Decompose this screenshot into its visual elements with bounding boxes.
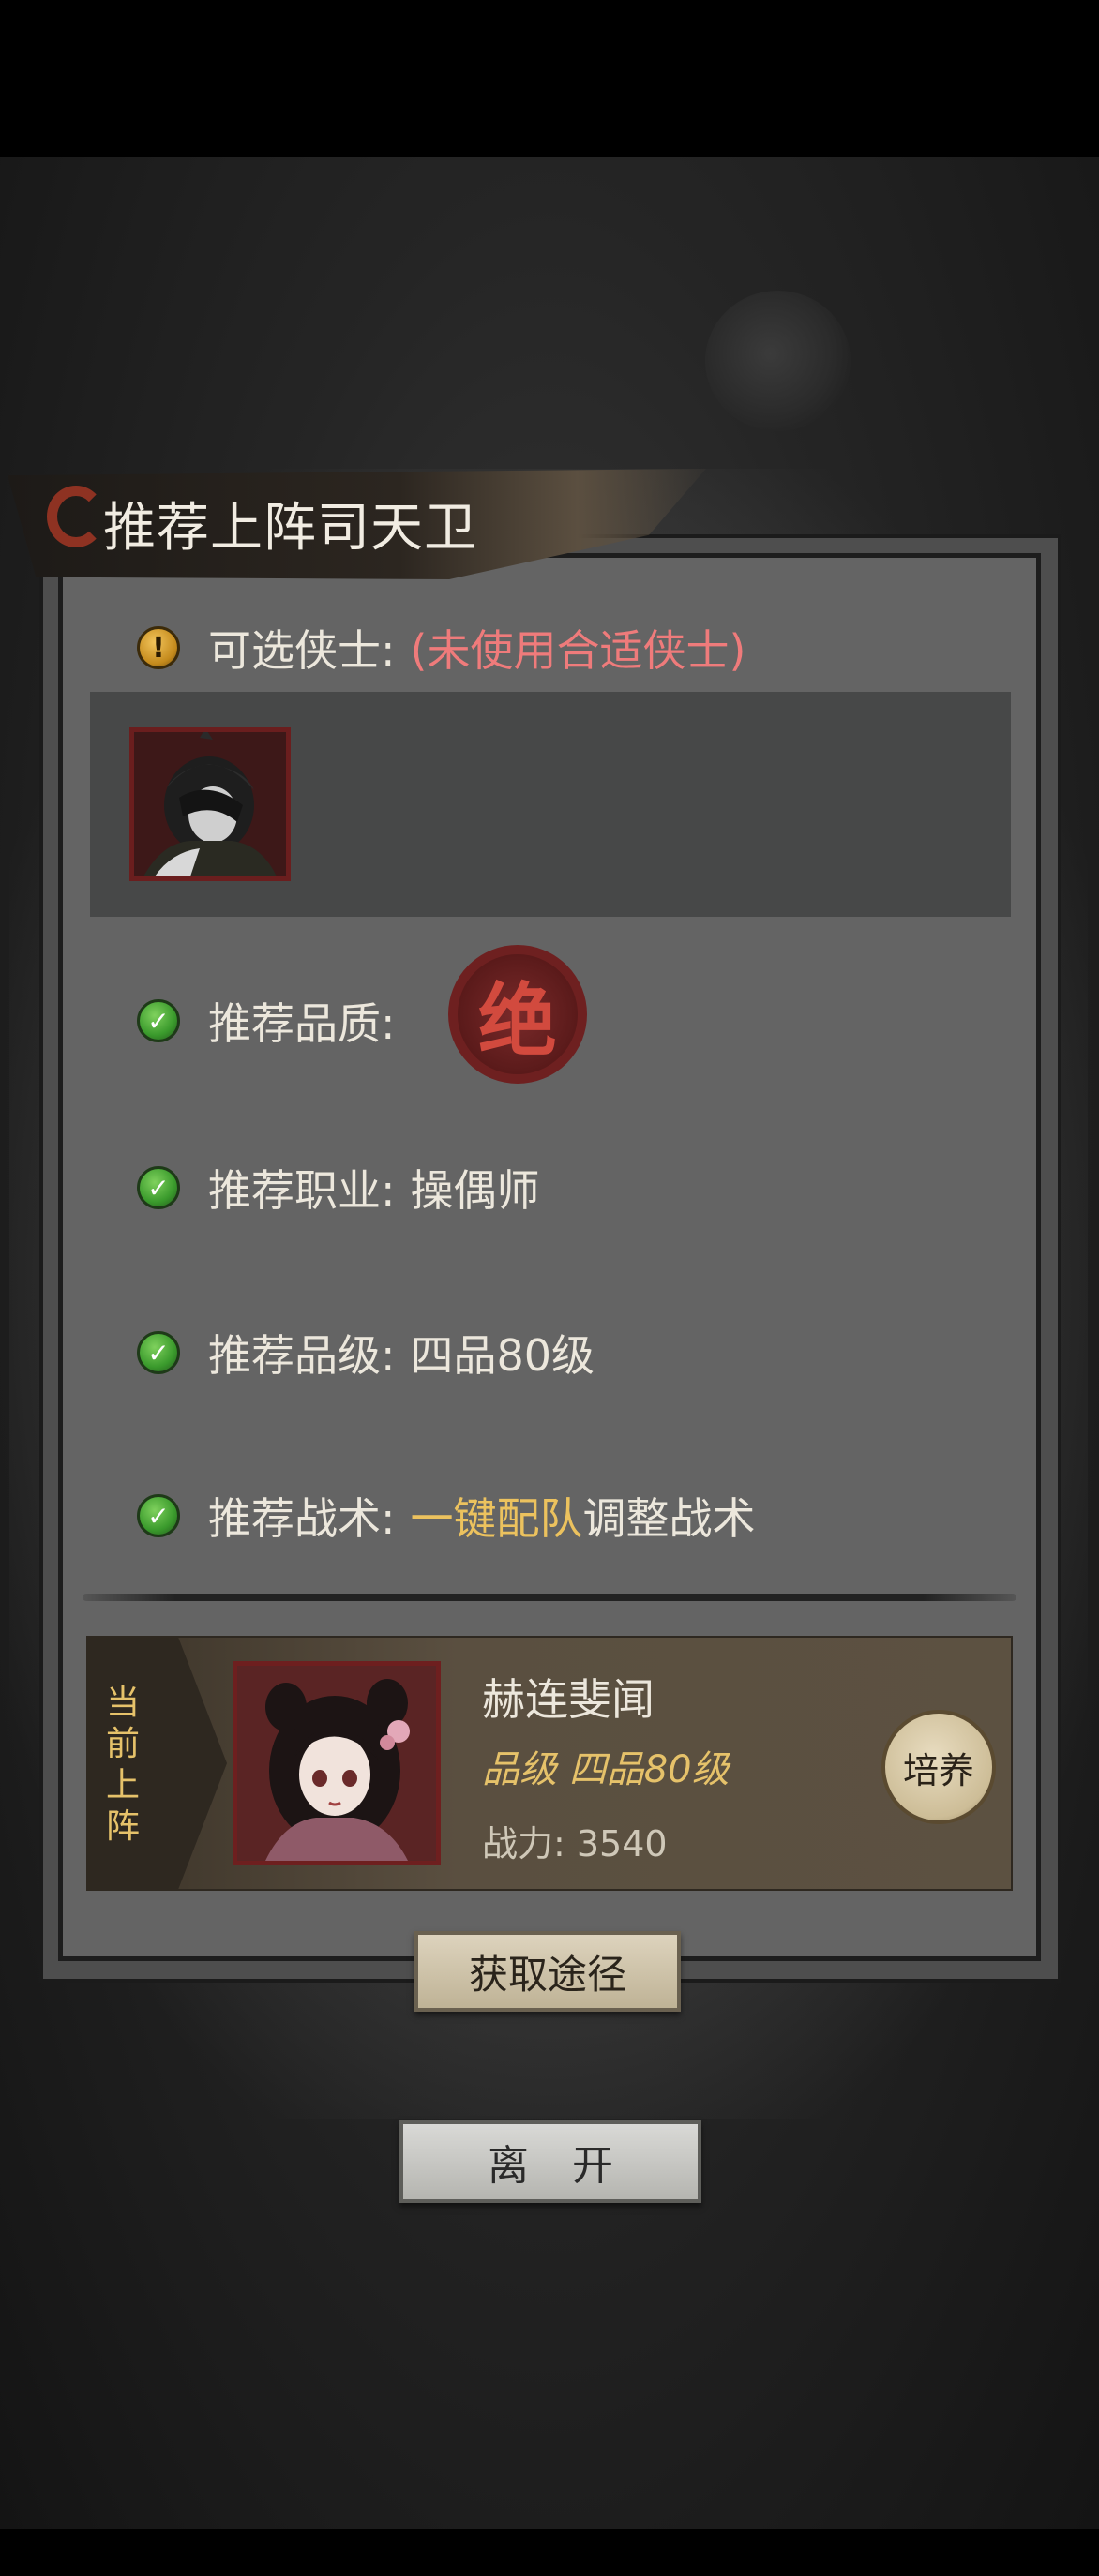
rank-value: 四品80级	[410, 1330, 595, 1381]
check-icon: ✓	[137, 1331, 180, 1374]
tactic-suffix: 调整战术	[582, 1493, 756, 1544]
ink-blot-decoration	[705, 291, 851, 431]
warning-icon: !	[137, 626, 180, 669]
current-hero-name: 赫连斐闻	[482, 1674, 655, 1725]
available-value: (未使用合适侠士)	[410, 625, 746, 676]
rank-label: 推荐品级:	[208, 1330, 396, 1381]
quality-row: ✓ 推荐品质:	[137, 990, 396, 1052]
check-icon: ✓	[137, 1166, 180, 1209]
available-row: ! 可选侠士: (未使用合适侠士)	[137, 617, 745, 679]
quality-seal-icon: 绝	[448, 945, 587, 1084]
check-icon: ✓	[137, 999, 180, 1042]
train-button[interactable]: 培养	[881, 1710, 996, 1824]
check-icon: ✓	[137, 1494, 180, 1537]
hero-portrait-icon	[237, 1666, 436, 1861]
hero-portrait-icon	[134, 732, 286, 876]
profession-value: 操偶师	[410, 1165, 540, 1216]
tactic-row: ✓ 推荐战术: 一键配队 调整战术	[137, 1485, 756, 1547]
current-hero-avatar[interactable]	[233, 1661, 441, 1865]
tactic-label: 推荐战术:	[208, 1493, 396, 1544]
available-label: 可选侠士:	[208, 625, 396, 676]
leave-button[interactable]: 离开	[399, 2120, 701, 2203]
profession-label: 推荐职业:	[208, 1165, 396, 1216]
rank-row: ✓ 推荐品级: 四品80级	[137, 1322, 595, 1384]
section-divider	[83, 1594, 1016, 1601]
one-click-team-link[interactable]: 一键配队	[411, 1485, 583, 1547]
obtain-path-button[interactable]: 获取途径	[414, 1931, 681, 2012]
title-ring-icon	[47, 486, 105, 547]
available-hero-avatar[interactable]	[129, 727, 291, 881]
profession-row: ✓ 推荐职业: 操偶师	[137, 1157, 540, 1219]
quality-label: 推荐品质:	[208, 998, 396, 1049]
current-hero-power: 战力: 3540	[482, 1823, 668, 1865]
current-hero-rank: 品级 四品80级	[482, 1748, 730, 1791]
dialog-title: 推荐上阵司天卫	[103, 498, 477, 559]
current-tag-label: 当前上阵	[105, 1684, 140, 1846]
